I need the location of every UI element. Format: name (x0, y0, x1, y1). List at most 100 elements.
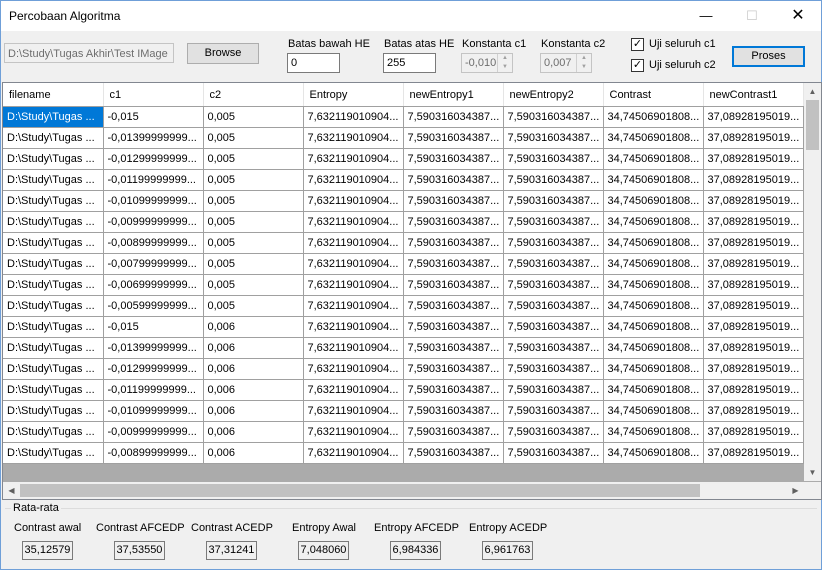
table-row[interactable]: D:\Study\Tugas ... -0,00699999999... 0,005… (3, 274, 804, 296)
table-cell[interactable]: -0,00799999999... (103, 253, 204, 275)
batas-bawah-input[interactable]: 0 (287, 53, 340, 73)
table-cell[interactable]: 34,74506901808... (603, 421, 704, 443)
table-cell[interactable]: 7,632119010904... (303, 421, 404, 443)
table-cell[interactable]: D:\Study\Tugas ... (3, 169, 104, 191)
table-cell[interactable]: 34,74506901808... (603, 316, 704, 338)
column-header[interactable]: newContrast1 (703, 83, 804, 107)
table-cell[interactable]: 7,632119010904... (303, 358, 404, 380)
table-cell[interactable]: 7,590316034387... (503, 106, 604, 128)
horizontal-scroll-thumb[interactable] (20, 484, 700, 497)
scroll-up-icon[interactable]: ▲ (804, 83, 821, 100)
uji-c1-checkbox[interactable]: ✓ (631, 38, 644, 51)
table-cell[interactable]: -0,00999999999... (103, 211, 204, 233)
table-cell[interactable]: D:\Study\Tugas ... (3, 421, 104, 443)
table-cell[interactable]: 7,590316034387... (503, 274, 604, 296)
table-row[interactable]: D:\Study\Tugas ... -0,015 0,006 7,632119010… (3, 316, 804, 338)
table-cell[interactable]: -0,015 (103, 316, 204, 338)
close-button[interactable]: ✕ (775, 1, 821, 31)
table-cell[interactable]: 0,005 (203, 232, 304, 254)
table-cell[interactable]: 7,590316034387... (403, 274, 504, 296)
table-cell[interactable]: 7,590316034387... (403, 211, 504, 233)
table-cell[interactable]: -0,00899999999... (103, 232, 204, 254)
table-row[interactable]: D:\Study\Tugas ... -0,015 0,005 7,632119010… (3, 106, 804, 128)
table-cell[interactable]: 7,590316034387... (403, 358, 504, 380)
table-cell[interactable]: 0,006 (203, 358, 304, 380)
table-cell[interactable]: 34,74506901808... (603, 442, 704, 464)
table-cell[interactable]: 0,005 (203, 295, 304, 317)
table-cell[interactable]: 0,005 (203, 169, 304, 191)
table-cell[interactable]: 37,08928195019... (703, 148, 804, 170)
table-cell[interactable]: 37,08928195019... (703, 190, 804, 212)
table-cell[interactable]: 0,005 (203, 274, 304, 296)
table-cell[interactable]: 0,005 (203, 127, 304, 149)
table-cell[interactable]: 37,08928195019... (703, 106, 804, 128)
table-cell[interactable]: 37,08928195019... (703, 274, 804, 296)
table-cell[interactable]: 34,74506901808... (603, 148, 704, 170)
table-cell[interactable]: 7,590316034387... (503, 379, 604, 401)
table-cell[interactable]: 7,590316034387... (403, 169, 504, 191)
table-cell[interactable]: 37,08928195019... (703, 211, 804, 233)
horizontal-scrollbar[interactable]: ◀ ▶ (3, 482, 804, 499)
vertical-scrollbar[interactable]: ▲ ▼ (804, 83, 821, 481)
table-cell[interactable]: 37,08928195019... (703, 442, 804, 464)
table-cell[interactable]: 37,08928195019... (703, 169, 804, 191)
table-cell[interactable]: 7,590316034387... (403, 127, 504, 149)
vertical-scroll-thumb[interactable] (806, 100, 819, 150)
table-cell[interactable]: 7,632119010904... (303, 253, 404, 275)
table-cell[interactable]: 34,74506901808... (603, 400, 704, 422)
table-cell[interactable]: -0,01199999999... (103, 379, 204, 401)
table-cell[interactable]: 0,005 (203, 253, 304, 275)
table-cell[interactable]: D:\Study\Tugas ... (3, 106, 104, 128)
table-cell[interactable]: 7,632119010904... (303, 400, 404, 422)
uji-c1-label[interactable]: Uji seluruh c1 (649, 38, 716, 50)
table-row[interactable]: D:\Study\Tugas ... -0,01399999999... 0,005… (3, 127, 804, 149)
table-cell[interactable]: 0,006 (203, 442, 304, 464)
table-cell[interactable]: 7,632119010904... (303, 106, 404, 128)
table-cell[interactable]: D:\Study\Tugas ... (3, 232, 104, 254)
table-row[interactable]: D:\Study\Tugas ... -0,01199999999... 0,006… (3, 379, 804, 401)
table-cell[interactable]: 7,590316034387... (403, 106, 504, 128)
table-cell[interactable]: 0,006 (203, 337, 304, 359)
table-cell[interactable]: 0,006 (203, 421, 304, 443)
table-cell[interactable]: 37,08928195019... (703, 358, 804, 380)
table-cell[interactable]: 7,632119010904... (303, 211, 404, 233)
table-cell[interactable]: D:\Study\Tugas ... (3, 127, 104, 149)
table-cell[interactable]: 0,006 (203, 400, 304, 422)
table-cell[interactable]: 37,08928195019... (703, 127, 804, 149)
table-cell[interactable]: 7,632119010904... (303, 442, 404, 464)
table-cell[interactable]: 7,590316034387... (403, 148, 504, 170)
table-cell[interactable]: 34,74506901808... (603, 127, 704, 149)
table-cell[interactable]: 0,006 (203, 316, 304, 338)
table-row[interactable]: D:\Study\Tugas ... -0,01399999999... 0,006… (3, 337, 804, 359)
table-cell[interactable]: -0,015 (103, 106, 204, 128)
table-cell[interactable]: 7,590316034387... (503, 127, 604, 149)
table-cell[interactable]: -0,01199999999... (103, 169, 204, 191)
scroll-down-icon[interactable]: ▼ (804, 464, 821, 481)
table-cell[interactable]: 7,632119010904... (303, 190, 404, 212)
table-cell[interactable]: 7,590316034387... (403, 400, 504, 422)
table-row[interactable]: D:\Study\Tugas ... -0,01199999999... 0,005… (3, 169, 804, 191)
table-cell[interactable]: 7,632119010904... (303, 295, 404, 317)
table-cell[interactable]: -0,00599999999... (103, 295, 204, 317)
table-cell[interactable]: 37,08928195019... (703, 253, 804, 275)
table-cell[interactable]: D:\Study\Tugas ... (3, 379, 104, 401)
table-cell[interactable]: 34,74506901808... (603, 106, 704, 128)
batas-atas-input[interactable]: 255 (383, 53, 436, 73)
table-cell[interactable]: 7,632119010904... (303, 169, 404, 191)
table-cell[interactable]: -0,01099999999... (103, 400, 204, 422)
column-header[interactable]: filename (3, 83, 104, 107)
table-cell[interactable]: 34,74506901808... (603, 295, 704, 317)
table-cell[interactable]: 7,590316034387... (503, 316, 604, 338)
table-row[interactable]: D:\Study\Tugas ... -0,00599999999... 0,005… (3, 295, 804, 317)
table-row[interactable]: D:\Study\Tugas ... -0,00999999999... 0,005… (3, 211, 804, 233)
table-cell[interactable]: -0,00899999999... (103, 442, 204, 464)
table-cell[interactable]: D:\Study\Tugas ... (3, 211, 104, 233)
minimize-button[interactable]: — (683, 1, 729, 31)
table-cell[interactable]: 0,006 (203, 379, 304, 401)
table-cell[interactable]: 34,74506901808... (603, 274, 704, 296)
table-cell[interactable]: -0,01299999999... (103, 358, 204, 380)
table-cell[interactable]: 7,632119010904... (303, 316, 404, 338)
scroll-right-icon[interactable]: ▶ (787, 482, 804, 499)
table-cell[interactable]: D:\Study\Tugas ... (3, 295, 104, 317)
table-cell[interactable]: D:\Study\Tugas ... (3, 442, 104, 464)
